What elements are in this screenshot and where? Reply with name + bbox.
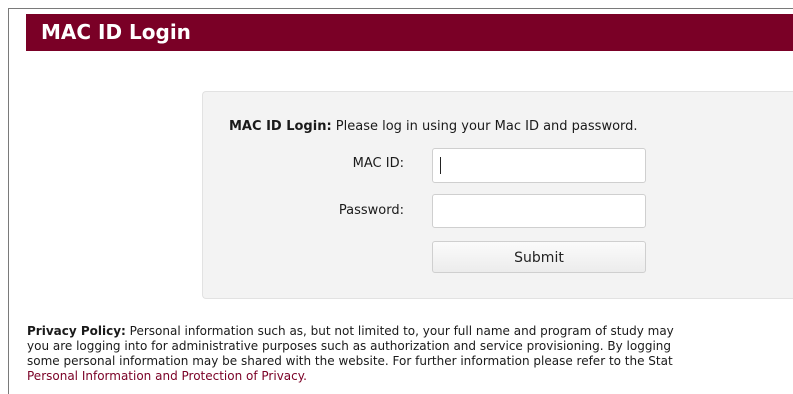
privacy-policy: Privacy Policy: Personal information suc… (27, 324, 793, 384)
page-title: MAC ID Login (41, 20, 191, 44)
privacy-link[interactable]: Personal Information and Protection of P… (27, 369, 307, 383)
macid-label: MAC ID: (352, 156, 404, 171)
privacy-line-3: some personal information may be shared … (27, 354, 673, 368)
privacy-heading: Privacy Policy: (27, 324, 126, 338)
macid-input[interactable] (432, 148, 646, 183)
login-intro: MAC ID Login: Please log in using your M… (229, 119, 638, 134)
privacy-text-1: Personal information such as, but not li… (125, 324, 674, 338)
login-intro-heading: MAC ID Login: (229, 119, 332, 134)
privacy-line-2: you are logging into for administrative … (27, 339, 672, 353)
login-form: MAC ID Login: Please log in using your M… (202, 91, 793, 299)
password-label: Password: (338, 203, 404, 218)
header-bar: MAC ID Login (26, 14, 793, 51)
macid-field-wrap (432, 148, 646, 183)
password-input[interactable] (432, 194, 646, 228)
submit-button[interactable]: Submit (432, 241, 646, 273)
privacy-line-1: Privacy Policy: Personal information suc… (27, 324, 793, 339)
text-cursor (440, 157, 441, 174)
login-intro-text: Please log in using your Mac ID and pass… (331, 119, 638, 134)
